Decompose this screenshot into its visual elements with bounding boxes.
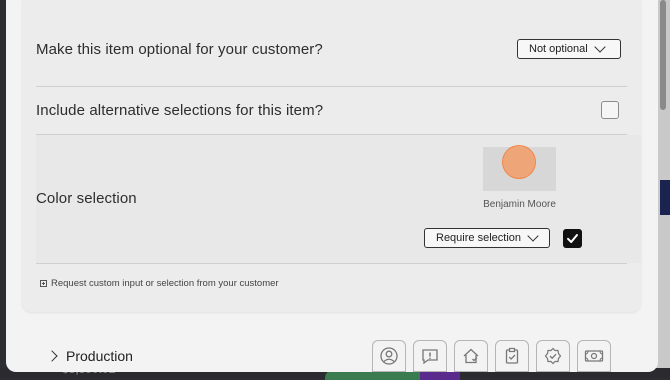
optional-select[interactable]: Not optional (517, 39, 621, 59)
alternatives-label: Include alternative selections for this … (36, 102, 324, 119)
custom-input-label: Request custom input or selection from y… (51, 278, 279, 289)
chevron-down-icon (594, 41, 606, 53)
optional-select-value: Not optional (529, 43, 588, 55)
chevron-right-icon (46, 350, 58, 362)
background-accent (660, 180, 670, 215)
production-label: Production (66, 348, 133, 364)
plus-square-icon (40, 280, 47, 287)
alternatives-checkbox[interactable] (601, 101, 619, 119)
swatch-name: Benjamin Moore (483, 199, 556, 210)
scrollbar[interactable] (660, 0, 666, 110)
item-options-card: Make this item optional for your custome… (22, 0, 641, 312)
optional-label: Make this item optional for your custome… (36, 41, 323, 58)
click-indicator (502, 145, 536, 179)
chevron-down-icon (527, 230, 539, 242)
person-circle-icon[interactable] (372, 340, 406, 372)
divider (36, 263, 627, 264)
badge-check-icon[interactable] (536, 340, 570, 372)
require-selection-value: Require selection (436, 232, 521, 244)
money-icon[interactable] (577, 340, 611, 372)
color-selection-label: Color selection (36, 190, 137, 207)
color-selection-checkbox[interactable] (563, 229, 582, 248)
checkmark-icon (567, 234, 578, 243)
background-scroll-region (656, 0, 670, 378)
home-icon[interactable] (454, 340, 488, 372)
alert-chat-icon[interactable] (413, 340, 447, 372)
production-section-toggle[interactable]: Production (46, 348, 133, 364)
require-selection-select[interactable]: Require selection (424, 228, 550, 248)
clipboard-check-icon[interactable] (495, 340, 529, 372)
divider (36, 86, 627, 87)
item-settings-modal: Make this item optional for your custome… (6, 0, 658, 372)
custom-input-link[interactable]: Request custom input or selection from y… (40, 278, 279, 289)
